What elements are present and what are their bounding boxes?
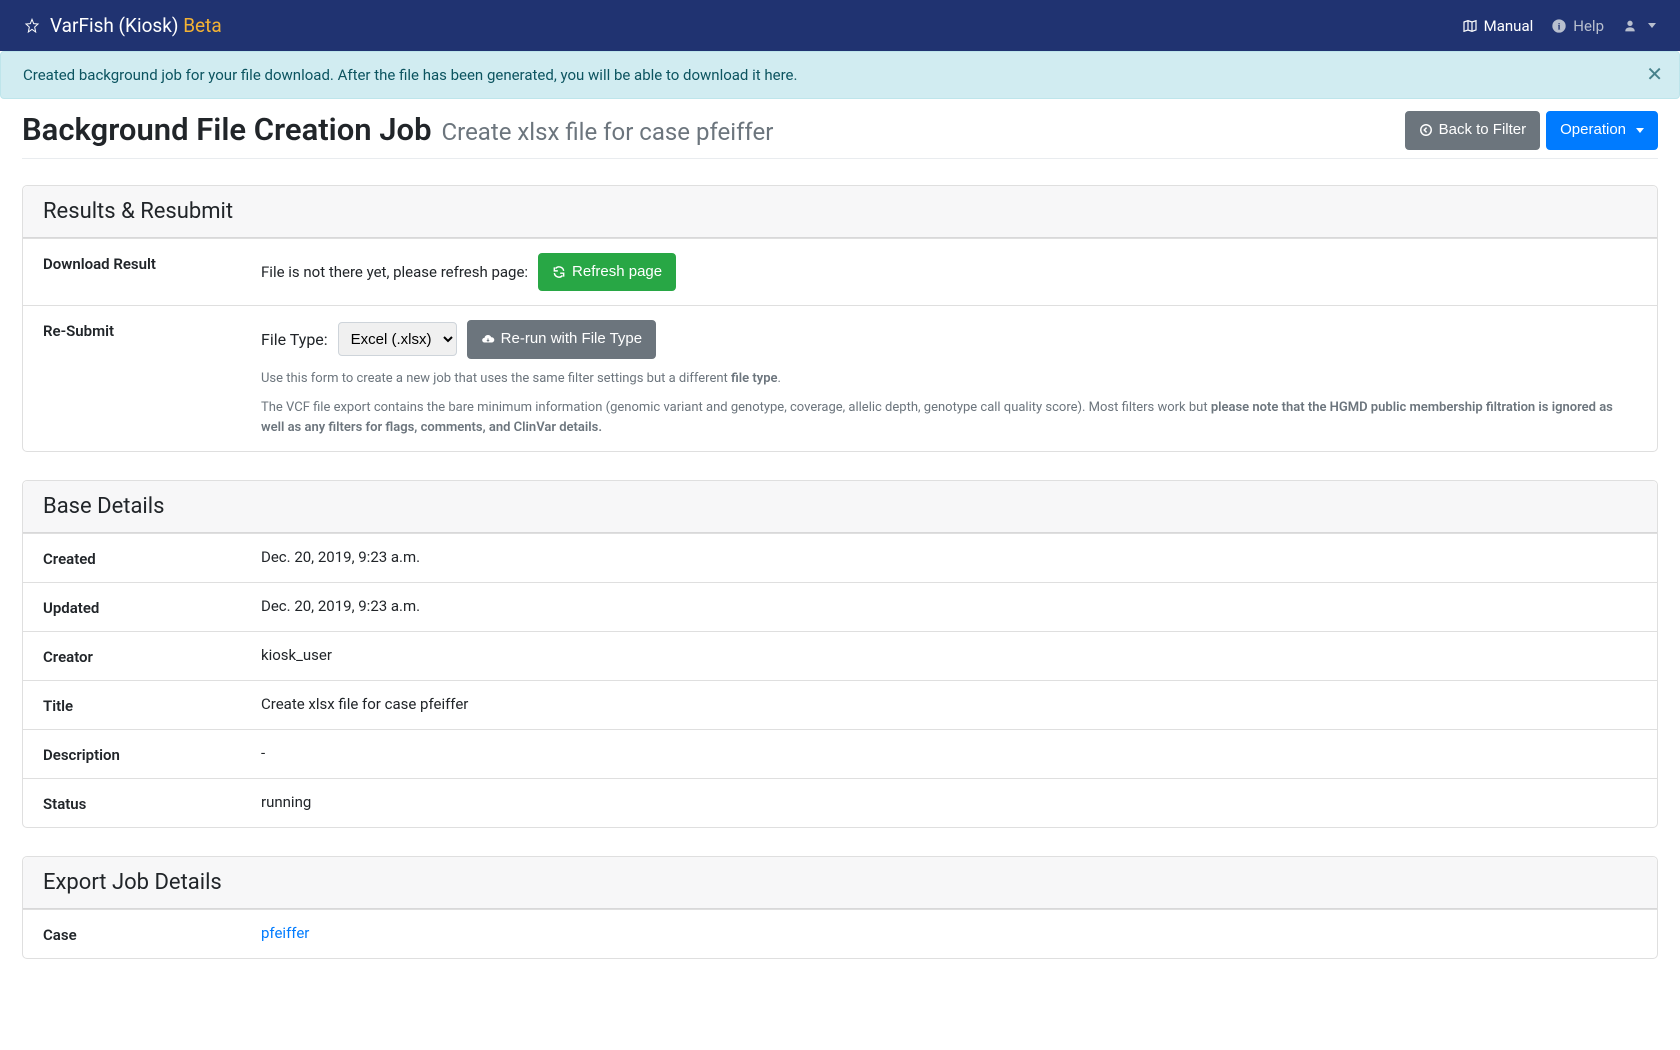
row-label: Created (43, 548, 261, 568)
row-label: Description (43, 744, 261, 764)
manual-link[interactable]: Manual (1462, 17, 1534, 35)
case-link[interactable]: pfeiffer (261, 924, 309, 942)
table-row: Creator kiosk_user (23, 631, 1657, 680)
refresh-page-button[interactable]: Refresh page (538, 253, 676, 292)
refresh-icon (552, 265, 566, 279)
map-icon (1462, 18, 1478, 34)
help-link[interactable]: i Help (1551, 17, 1604, 35)
info-icon: i (1551, 18, 1567, 34)
table-row: Status running (23, 778, 1657, 827)
results-card: Results & Resubmit Download Result File … (22, 185, 1658, 453)
navbar: VarFish (Kiosk) Beta Manual i Help (0, 0, 1680, 51)
close-icon[interactable]: ✕ (1646, 62, 1663, 86)
user-icon (1622, 18, 1638, 34)
table-row: Title Create xlsx file for case pfeiffer (23, 680, 1657, 729)
row-label: Title (43, 695, 261, 715)
row-value: kiosk_user (261, 646, 1637, 664)
back-label: Back to Filter (1439, 119, 1527, 142)
file-type-label: File Type: (261, 330, 328, 349)
download-row: Download Result File is not there yet, p… (23, 238, 1657, 306)
star-icon (24, 18, 40, 34)
alert-message: Created background job for your file dow… (23, 66, 797, 84)
base-details-card: Base Details Created Dec. 20, 2019, 9:23… (22, 480, 1658, 828)
page-header: Background File Creation Job Create xlsx… (22, 111, 1658, 159)
user-menu[interactable] (1622, 18, 1656, 34)
help-text-2: The VCF file export contains the bare mi… (261, 398, 1637, 437)
export-details-card: Export Job Details Case pfeiffer (22, 856, 1658, 959)
page-title: Background File Creation Job (22, 111, 432, 148)
row-value: running (261, 793, 1637, 811)
brand-text: VarFish (Kiosk) Beta (50, 14, 222, 37)
export-details-title: Export Job Details (23, 857, 1657, 909)
chevron-down-icon (1648, 23, 1656, 28)
resubmit-label: Re-Submit (43, 320, 261, 340)
alert-banner: Created background job for your file dow… (0, 51, 1680, 99)
brand[interactable]: VarFish (Kiosk) Beta (24, 14, 222, 37)
chevron-down-icon (1636, 128, 1644, 133)
row-label: Updated (43, 597, 261, 617)
row-value: Dec. 20, 2019, 9:23 a.m. (261, 548, 1637, 566)
resubmit-row: Re-Submit File Type: Excel (.xlsx) Re-ru… (23, 305, 1657, 451)
table-row: Updated Dec. 20, 2019, 9:23 a.m. (23, 582, 1657, 631)
rerun-button[interactable]: Re-run with File Type (467, 320, 656, 359)
row-value: Create xlsx file for case pfeiffer (261, 695, 1637, 713)
row-value: - (261, 744, 1637, 762)
page-subtitle: Create xlsx file for case pfeiffer (442, 118, 774, 146)
operation-dropdown[interactable]: Operation (1546, 111, 1658, 150)
arrow-left-icon (1419, 123, 1433, 137)
refresh-label: Refresh page (572, 261, 662, 284)
row-value: Dec. 20, 2019, 9:23 a.m. (261, 597, 1637, 615)
help-label: Help (1573, 17, 1604, 35)
back-to-filter-button[interactable]: Back to Filter (1405, 111, 1541, 150)
svg-text:i: i (1558, 22, 1561, 32)
download-label: Download Result (43, 253, 261, 273)
help-text-1: Use this form to create a new job that u… (261, 369, 1637, 389)
base-details-title: Base Details (23, 481, 1657, 533)
manual-label: Manual (1484, 17, 1534, 35)
table-row: Description - (23, 729, 1657, 778)
download-message: File is not there yet, please refresh pa… (261, 263, 528, 281)
row-label: Creator (43, 646, 261, 666)
navbar-right: Manual i Help (1462, 17, 1656, 35)
table-row: Created Dec. 20, 2019, 9:23 a.m. (23, 533, 1657, 582)
rerun-label: Re-run with File Type (501, 328, 642, 351)
cloud-download-icon (481, 332, 495, 346)
case-label: Case (43, 924, 261, 944)
results-card-title: Results & Resubmit (23, 186, 1657, 238)
file-type-select[interactable]: Excel (.xlsx) (338, 322, 457, 356)
table-row: Case pfeiffer (23, 909, 1657, 958)
operation-label: Operation (1560, 119, 1626, 142)
row-label: Status (43, 793, 261, 813)
